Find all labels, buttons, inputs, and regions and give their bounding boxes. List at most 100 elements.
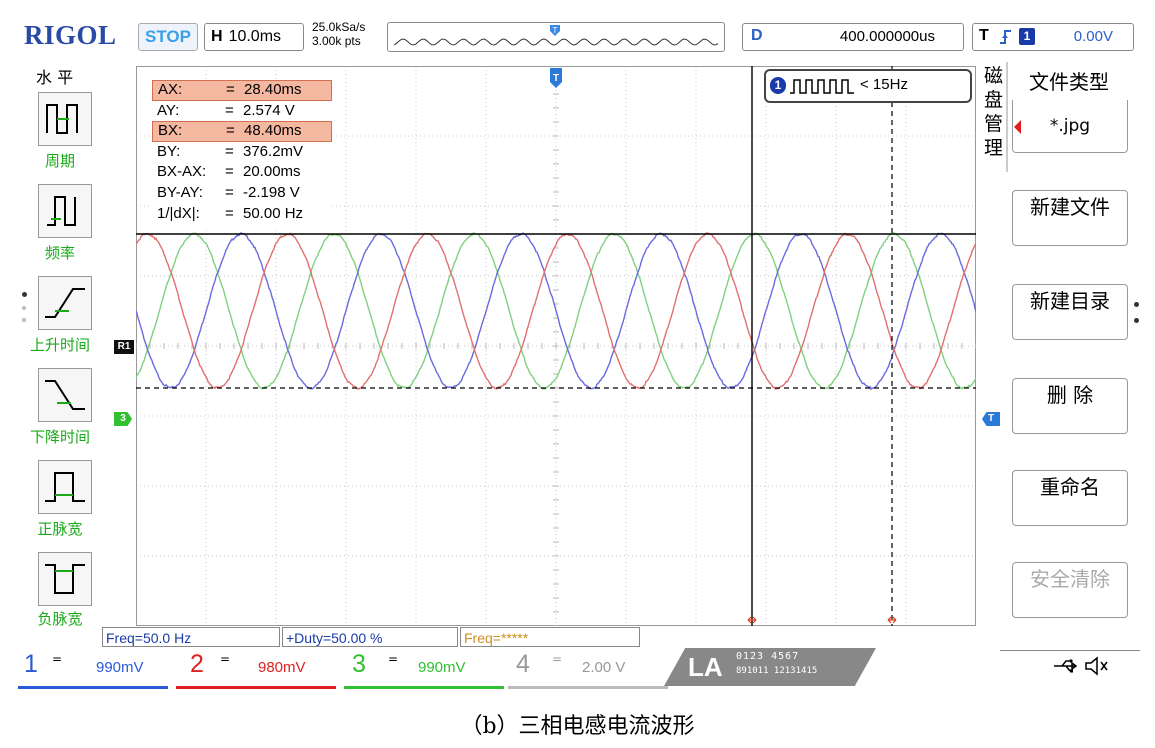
sample-rate: 25.0kSa/s [312,20,366,34]
memory-waveform-icon: T [393,25,719,46]
period-icon [46,104,78,134]
negative-width-label: 负脉宽 [37,610,83,628]
negative-width-icon [45,564,85,594]
ch3-coupling: = [388,652,399,666]
cursor-row-ax: AX: = 28.40ms [152,80,332,101]
trigger-source-badge: 1 [770,77,786,94]
cursor-row-ay: AY: = 2.574 V [157,101,295,119]
la-channels-row2: 891011 12131415 [736,666,818,676]
ch1-waveform [135,232,977,391]
period-label: 周期 [44,152,75,170]
channel-2-tab[interactable]: 2 = 980mV [176,648,336,689]
new-file-button[interactable]: 新建文件 [1012,190,1128,246]
frequency-label: 频率 [44,244,75,262]
logic-analyzer-tab[interactable]: LA 0123 4567 891011 12131415 [664,648,876,686]
positive-width-icon [45,472,85,502]
delay-value: 400.000000us [839,28,935,45]
positive-width-label: 正脉宽 [37,520,83,538]
rise-time-button[interactable] [38,276,92,330]
trigger-level: 0.00V [1073,28,1113,45]
figure-caption: （b）三相电感电流波形 [460,714,695,739]
file-type-label: 文件类型 [1029,70,1109,94]
cursor-row-freq: 1/|dX|: = 50.00 Hz [157,204,304,222]
channel-4-tab[interactable]: 4 = 2.00 V [508,648,668,689]
ch2-scale: 980mV [258,659,306,676]
ch3-number: 3 [352,650,366,678]
new-directory-button[interactable]: 新建目录 [1012,284,1128,340]
run-stop-button[interactable]: STOP [138,23,198,51]
measurement-freq-ch2[interactable]: Freq=***** [460,627,640,647]
frequency-button[interactable] [38,184,92,238]
usb-icon [1054,659,1078,673]
trigger-display[interactable]: T 1 0.00V [972,23,1134,51]
channel-bar: 1 = 990mV 2 = 980mV 3 = 990mV 4 = 2.00 V… [14,648,1144,689]
horizontal-menu: 水 平 周期 频率 上升时间 下降时间 正脉宽 负脉宽 [14,62,102,628]
timebase-value: 10.0ms [228,28,282,45]
rise-time-label: 上升时间 [29,336,90,354]
disk-management-menu: 磁 盘 管 理 文件类型 *.jpg 新建文件 新建目录 删 除 重命名 安全清… [982,62,1144,627]
period-button[interactable] [38,92,92,146]
rename-button[interactable]: 重命名 [1012,470,1128,526]
menu-page-dot [22,292,27,297]
cursor-row-dy: BY-AY: = -2.198 V [157,183,300,201]
cursor-readout-panel: AX: = 28.40ms AY: = 2.574 V BX: = 48.40ms BY: =… [152,80,332,230]
ch2-number: 2 [190,650,204,678]
ch1-coupling: = [52,652,63,666]
trigger-label: T [979,27,989,44]
file-type-value: *.jpg [1049,116,1091,136]
menu-page-dot [22,318,26,322]
status-area [1000,650,1140,685]
svg-text:T: T [553,26,558,35]
fall-time-icon [45,380,85,410]
ref-marker-r1[interactable]: R1 [114,340,134,354]
trigger-channel-badge: 1 [1019,28,1035,45]
measurement-freq[interactable]: Freq=50.0 Hz [102,627,280,647]
status-bar: RIGOL STOP H 10.0ms 25.0kSa/s 3.00k pts T… [14,16,1144,58]
fall-time-button[interactable] [38,368,92,422]
cursor-row-by: BY: = 376.2mV [157,142,304,160]
ch2-coupling: = [220,652,231,666]
trigger-position-marker[interactable]: T [550,68,562,88]
ch3-offset-marker[interactable]: 3 [114,412,132,426]
file-type-select[interactable]: *.jpg [1012,100,1128,153]
svg-text:T: T [553,73,559,84]
la-channels-row1: 0123 4567 [736,651,800,662]
disk-menu-title: 磁 盘 管 理 [984,65,1004,159]
selector-arrow-icon [1014,120,1021,134]
acquisition-info: 25.0kSa/s 3.00k pts [312,20,365,48]
cursor-row-dx: BX-AX: = 20.00ms [157,163,301,181]
ch4-scale: 2.00 V [582,659,626,676]
ch1-scale: 990mV [96,659,144,676]
menu-page-dot [22,306,26,310]
la-label: LA [688,652,723,682]
divider [1006,62,1008,172]
fall-time-label: 下降时间 [29,428,90,446]
timebase-label: H [211,28,223,45]
rise-time-icon [45,288,85,318]
ch1-number: 1 [24,650,38,678]
ch4-number: 4 [516,650,530,678]
negative-width-button[interactable] [38,552,92,606]
menu-page-dot [1134,302,1139,307]
measurement-duty[interactable]: +Duty=50.00 % [282,627,458,647]
rigol-logo: RIGOL [24,20,117,50]
channel-3-tab[interactable]: 3 = 990mV [344,648,504,689]
positive-width-button[interactable] [38,460,92,514]
pulse-train-icon [790,79,854,94]
mute-icon [1085,656,1108,676]
horizontal-menu-title: 水 平 [36,68,74,87]
memory-depth: 3.00k pts [312,34,361,48]
delay-display[interactable]: D 400.000000us [742,23,964,51]
ch3-scale: 990mV [418,659,466,676]
menu-page-dot [1134,318,1139,323]
rising-edge-icon [1000,30,1011,44]
cursor-row-bx: BX: = 48.40ms [152,121,332,142]
channel-1-tab[interactable]: 1 = 990mV [18,648,168,689]
timebase-display[interactable]: H 10.0ms [204,23,304,51]
secure-erase-button[interactable]: 安全清除 [1012,562,1128,618]
delete-button[interactable]: 删 除 [1012,378,1128,434]
delay-label: D [751,27,763,44]
trigger-condition-badge[interactable]: 1 < 15Hz [764,69,972,103]
memory-overview: T [387,22,725,52]
trigger-condition-value: < 15Hz [860,76,908,93]
